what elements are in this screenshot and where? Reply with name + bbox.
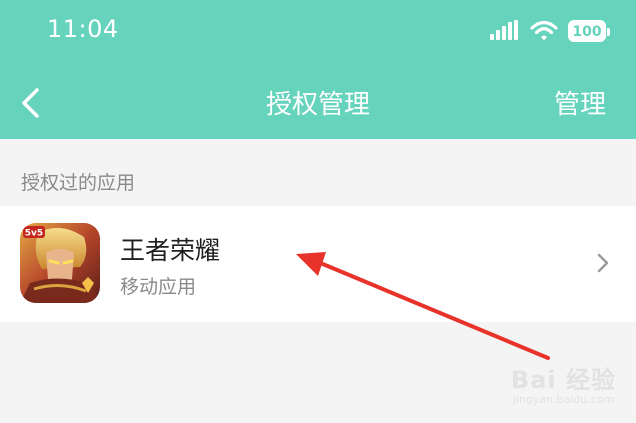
page-title: 授权管理 [265,90,370,120]
header-bar: 11:04 100 授权管理 管理 [0,0,636,139]
watermark: Bai 经验 jingyan.baidu.com [511,360,616,406]
battery-icon: 100 [568,20,610,42]
cellular-signal-icon [490,20,520,42]
status-icons: 100 [490,18,610,44]
manage-button[interactable]: 管理 [554,84,606,121]
authorized-app-row[interactable]: 5v5 王者荣耀 移动应用 [0,206,636,322]
app-icon: 5v5 [20,223,100,303]
svg-text:5v5: 5v5 [25,229,43,239]
watermark-logo: Bai 经验 [510,366,616,394]
app-type: 移动应用 [120,276,197,298]
watermark-url: jingyan.baidu.com [512,393,615,406]
chevron-right-icon [597,253,609,273]
status-time: 11:04 [47,15,119,43]
section-header: 授权过的应用 [21,172,136,194]
battery-level: 100 [572,24,602,40]
wifi-icon [530,20,558,41]
app-name: 王者荣耀 [120,236,221,265]
